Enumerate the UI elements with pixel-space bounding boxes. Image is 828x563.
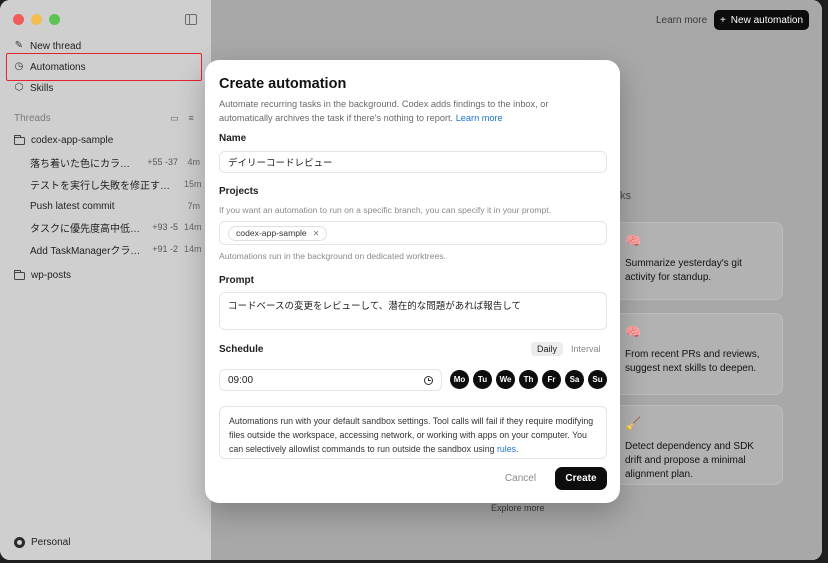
thread-time: 14m (184, 244, 202, 254)
folder-icon (13, 269, 25, 280)
thread-title: Push latest commit (30, 200, 115, 212)
thread-time: 15m (184, 179, 202, 189)
day-selector: Mo Tu We Th Fr Sa Su (450, 370, 607, 389)
rules-link[interactable]: rules (497, 444, 516, 454)
projects-label: Projects (219, 186, 259, 197)
projects-hint: If you want an automation to run on a sp… (219, 205, 551, 215)
cube-icon: ⬡ (14, 82, 24, 93)
create-automation-dialog: Create automation Automate recurring tas… (205, 60, 620, 503)
brain-icon: 🧠 (625, 324, 642, 339)
thread-row[interactable]: Push latest commit 7m (30, 197, 200, 215)
remove-chip-icon[interactable]: ✕ (313, 229, 320, 238)
edit-icon: ✎ (14, 40, 24, 51)
day-toggle-sa[interactable]: Sa (565, 370, 584, 389)
schedule-label: Schedule (219, 344, 264, 355)
minimize-window-button[interactable] (31, 14, 42, 25)
schedule-mode-daily[interactable]: Daily (531, 342, 564, 356)
prompt-textarea[interactable]: コードベースの変更をレビューして、潜在的な問題があれば報告して (219, 292, 607, 330)
threads-section-label: Threads (14, 113, 51, 124)
dialog-title: Create automation (219, 76, 347, 92)
nav-new-thread-label: New thread (30, 40, 82, 52)
window-controls (13, 14, 60, 25)
sidebar-toggle-icon[interactable] (185, 14, 197, 25)
close-window-button[interactable] (13, 14, 24, 25)
day-toggle-th[interactable]: Th (519, 370, 538, 389)
day-toggle-mo[interactable]: Mo (450, 370, 469, 389)
project-name: wp-posts (31, 270, 72, 281)
thread-title: タスクに優先度高中低設… (30, 223, 149, 235)
threads-section-actions: ▭ ≡ (170, 113, 194, 124)
name-label: Name (219, 133, 247, 144)
thread-title: Add TaskManagerクラス… (30, 245, 149, 257)
thread-row[interactable]: 落ち着いた色にカラ… +55 -37 4m (30, 153, 200, 171)
clock-icon (424, 375, 433, 385)
suggestion-text: Summarize yesterday's git activity for s… (625, 258, 742, 283)
day-toggle-fr[interactable]: Fr (542, 370, 561, 389)
cancel-button[interactable]: Cancel (498, 468, 543, 489)
time-input[interactable]: 09:00 (219, 369, 442, 391)
new-automation-label: New automation (730, 14, 804, 26)
project-chip: codex-app-sample ✕ (228, 225, 328, 241)
suggestion-text: From recent PRs and reviews, suggest nex… (625, 349, 760, 374)
name-value: デイリーコードレビュー (228, 158, 333, 169)
projects-input[interactable]: codex-app-sample ✕ (219, 221, 607, 245)
thread-time: 14m (184, 222, 202, 232)
suggestion-card[interactable]: 🧠 From recent PRs and reviews, suggest n… (613, 313, 783, 395)
thread-diff: +93 -5 (152, 222, 178, 232)
sandbox-notice: Automations run with your default sandbo… (219, 406, 607, 459)
day-toggle-su[interactable]: Su (588, 370, 607, 389)
thread-time: 4m (187, 157, 200, 167)
day-toggle-we[interactable]: We (496, 370, 515, 389)
name-input[interactable]: デイリーコードレビュー (219, 151, 607, 173)
folder-icon (13, 134, 25, 145)
nav-skills[interactable]: ⬡ Skills (14, 79, 54, 97)
sandbox-notice-text: Automations run with your default sandbo… (229, 416, 594, 454)
create-button[interactable]: Create (555, 467, 607, 490)
account-label: Personal (31, 537, 71, 548)
project-chip-label: codex-app-sample (236, 228, 307, 238)
learn-more-link[interactable]: Learn more (656, 15, 707, 26)
suggestion-card[interactable]: 🧹 Detect dependency and SDK drift and pr… (613, 405, 783, 485)
thread-diff: +55 -37 (147, 157, 178, 167)
account-icon (14, 537, 25, 548)
app-window: ✎ New thread ◷ Automations ⬡ Skills Thre… (0, 0, 822, 560)
new-folder-icon[interactable]: ▭ (170, 113, 179, 124)
suggestion-card[interactable]: 🧠 Summarize yesterday's git activity for… (613, 222, 783, 300)
dialog-learn-more-link[interactable]: Learn more (456, 113, 503, 123)
automations-highlight (6, 53, 202, 81)
thread-title: 落ち着いた色にカラ… (30, 158, 130, 170)
schedule-mode-toggle: Daily Interval (531, 342, 607, 356)
schedule-mode-interval[interactable]: Interval (565, 342, 607, 356)
filter-icon[interactable]: ≡ (189, 113, 194, 124)
prompt-label: Prompt (219, 275, 254, 286)
new-automation-button[interactable]: + New automation (714, 10, 809, 30)
project-codex-app-sample[interactable]: codex-app-sample (13, 134, 114, 146)
suggestion-text: Detect dependency and SDK drift and prop… (625, 441, 754, 480)
explore-more-link[interactable]: Explore more (491, 503, 545, 513)
prompt-value: コードベースの変更をレビューして、潜在的な問題があれば報告して (228, 301, 521, 312)
account-switcher[interactable]: Personal (14, 537, 70, 548)
project-name: codex-app-sample (31, 135, 114, 146)
sidebar: ✎ New thread ◷ Automations ⬡ Skills Thre… (0, 0, 211, 560)
plus-icon: + (719, 14, 726, 26)
brain-icon: 🧠 (625, 233, 642, 248)
broom-icon: 🧹 (625, 416, 642, 431)
time-value: 09:00 (228, 374, 254, 386)
suggested-tasks-heading: ks (620, 190, 631, 202)
dialog-description: Automate recurring tasks in the backgrou… (219, 97, 599, 125)
thread-diff: +91 -2 (152, 244, 178, 254)
day-toggle-tu[interactable]: Tu (473, 370, 492, 389)
thread-time: 7m (187, 201, 200, 211)
thread-row[interactable]: Add TaskManagerクラス… +91 -2 14m (30, 240, 202, 258)
projects-note: Automations run in the background on ded… (219, 251, 446, 261)
maximize-window-button[interactable] (49, 14, 60, 25)
thread-row[interactable]: タスクに優先度高中低設… +93 -5 14m (30, 218, 202, 236)
thread-title: テストを実行し失敗を修正する調… (30, 180, 174, 192)
nav-skills-label: Skills (30, 82, 54, 94)
thread-row[interactable]: テストを実行し失敗を修正する調… 15m (30, 175, 202, 193)
project-wp-posts[interactable]: wp-posts (13, 269, 72, 281)
